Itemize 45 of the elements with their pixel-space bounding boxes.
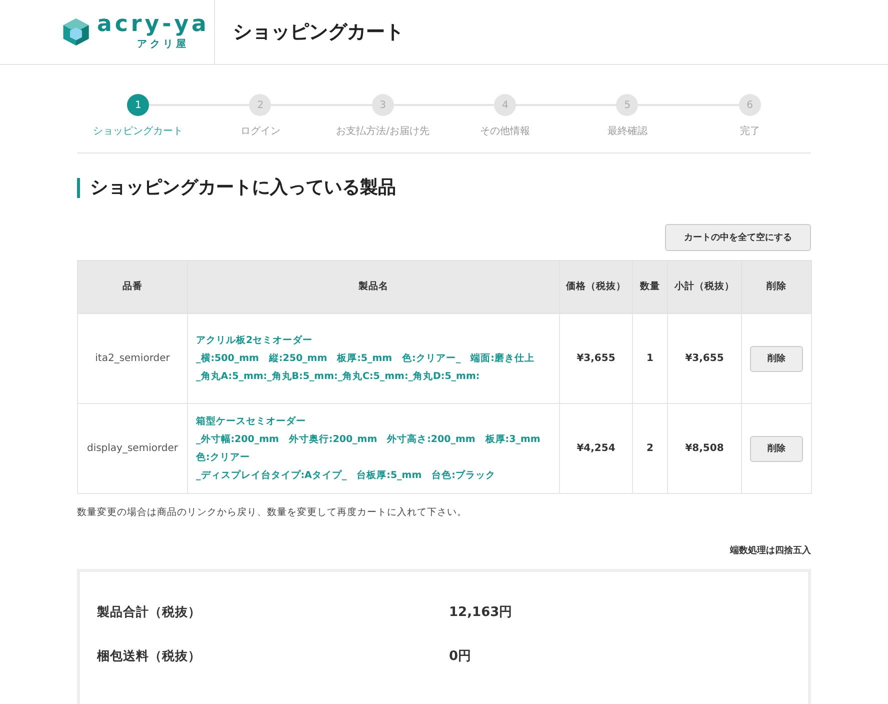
column-header: 製品名 — [188, 260, 560, 314]
step-label: その他情報 — [480, 124, 530, 138]
subtotal-cell: ¥3,655 — [668, 314, 742, 404]
column-header: 品番 — [78, 260, 188, 314]
step-label: ショッピングカート — [93, 125, 184, 138]
empty-cart-button[interactable]: カートの中を全て空にする — [665, 224, 811, 251]
summary-value: 12,163円 — [449, 604, 512, 621]
product-name-link[interactable]: 箱型ケースセミオーダー — [196, 412, 551, 430]
product-name-link[interactable]: _角丸A:5_mm:_角丸B:5_mm:_角丸C:5_mm:_角丸D:5_mm: — [196, 368, 551, 386]
step-label: お支払方法/お届け先 — [336, 124, 430, 138]
step-number: 2 — [249, 94, 272, 116]
column-header: 価格（税抜） — [560, 260, 632, 314]
product-code-cell: display_semiorder — [78, 404, 188, 494]
step-label: 完了 — [740, 124, 760, 138]
logo-wordmark: acry-ya — [97, 13, 210, 37]
price-cell: ¥3,655 — [560, 314, 632, 404]
price-cell: ¥4,254 — [560, 404, 632, 494]
quantity-cell: 1 — [632, 314, 668, 404]
delete-button[interactable]: 削除 — [750, 346, 803, 372]
quantity-note: 数量変更の場合は商品のリンクから戻り、数量を変更して再度カートに入れて下さい。 — [77, 506, 468, 519]
product-name-link[interactable]: アクリル板2セミオーダー — [196, 332, 551, 350]
product-code-cell: ita2_semiorder — [78, 314, 188, 404]
step-label: ログイン — [240, 125, 280, 138]
column-header: 数量 — [632, 260, 668, 314]
step-number: 5 — [616, 94, 638, 116]
step-label: 最終確認 — [607, 124, 648, 138]
rounding-note: 端数処理は四捨五入 — [728, 544, 811, 557]
logo-subtitle: アクリ屋 — [137, 38, 190, 51]
summary-label: 製品合計（税抜） — [97, 604, 202, 620]
product-name-link[interactable]: _ディスプレイ台タイプ:Aタイプ_ 台板厚:5_mm 台色:ブラック — [196, 466, 551, 484]
product-name-link[interactable]: _横:500_mm 縦:250_mm 板厚:5_mm 色:クリアー_ 端面:磨き仕上 — [196, 350, 551, 368]
product-name-link[interactable]: _外寸幅:200_mm 外寸奥行:200_mm 外寸高さ:200_mm 板厚:3_mm 色:クリアー — [196, 430, 551, 466]
step-number: 4 — [494, 94, 516, 116]
quantity-cell: 2 — [632, 404, 668, 494]
step-number: 6 — [738, 94, 761, 116]
column-header: 小計（税抜） — [668, 260, 742, 314]
summary-label: 梱包送料（税抜） — [97, 648, 202, 664]
step-number: 1 — [127, 94, 150, 116]
summary-value: 0円 — [449, 648, 472, 665]
column-header: 削除 — [742, 260, 812, 314]
subtotal-cell: ¥8,508 — [668, 404, 742, 494]
section-title: ショッピングカートに入っている製品 — [77, 178, 811, 198]
page-title: ショッピングカート — [233, 20, 404, 45]
step-number: 3 — [372, 94, 394, 116]
delete-button[interactable]: 削除 — [750, 436, 803, 462]
